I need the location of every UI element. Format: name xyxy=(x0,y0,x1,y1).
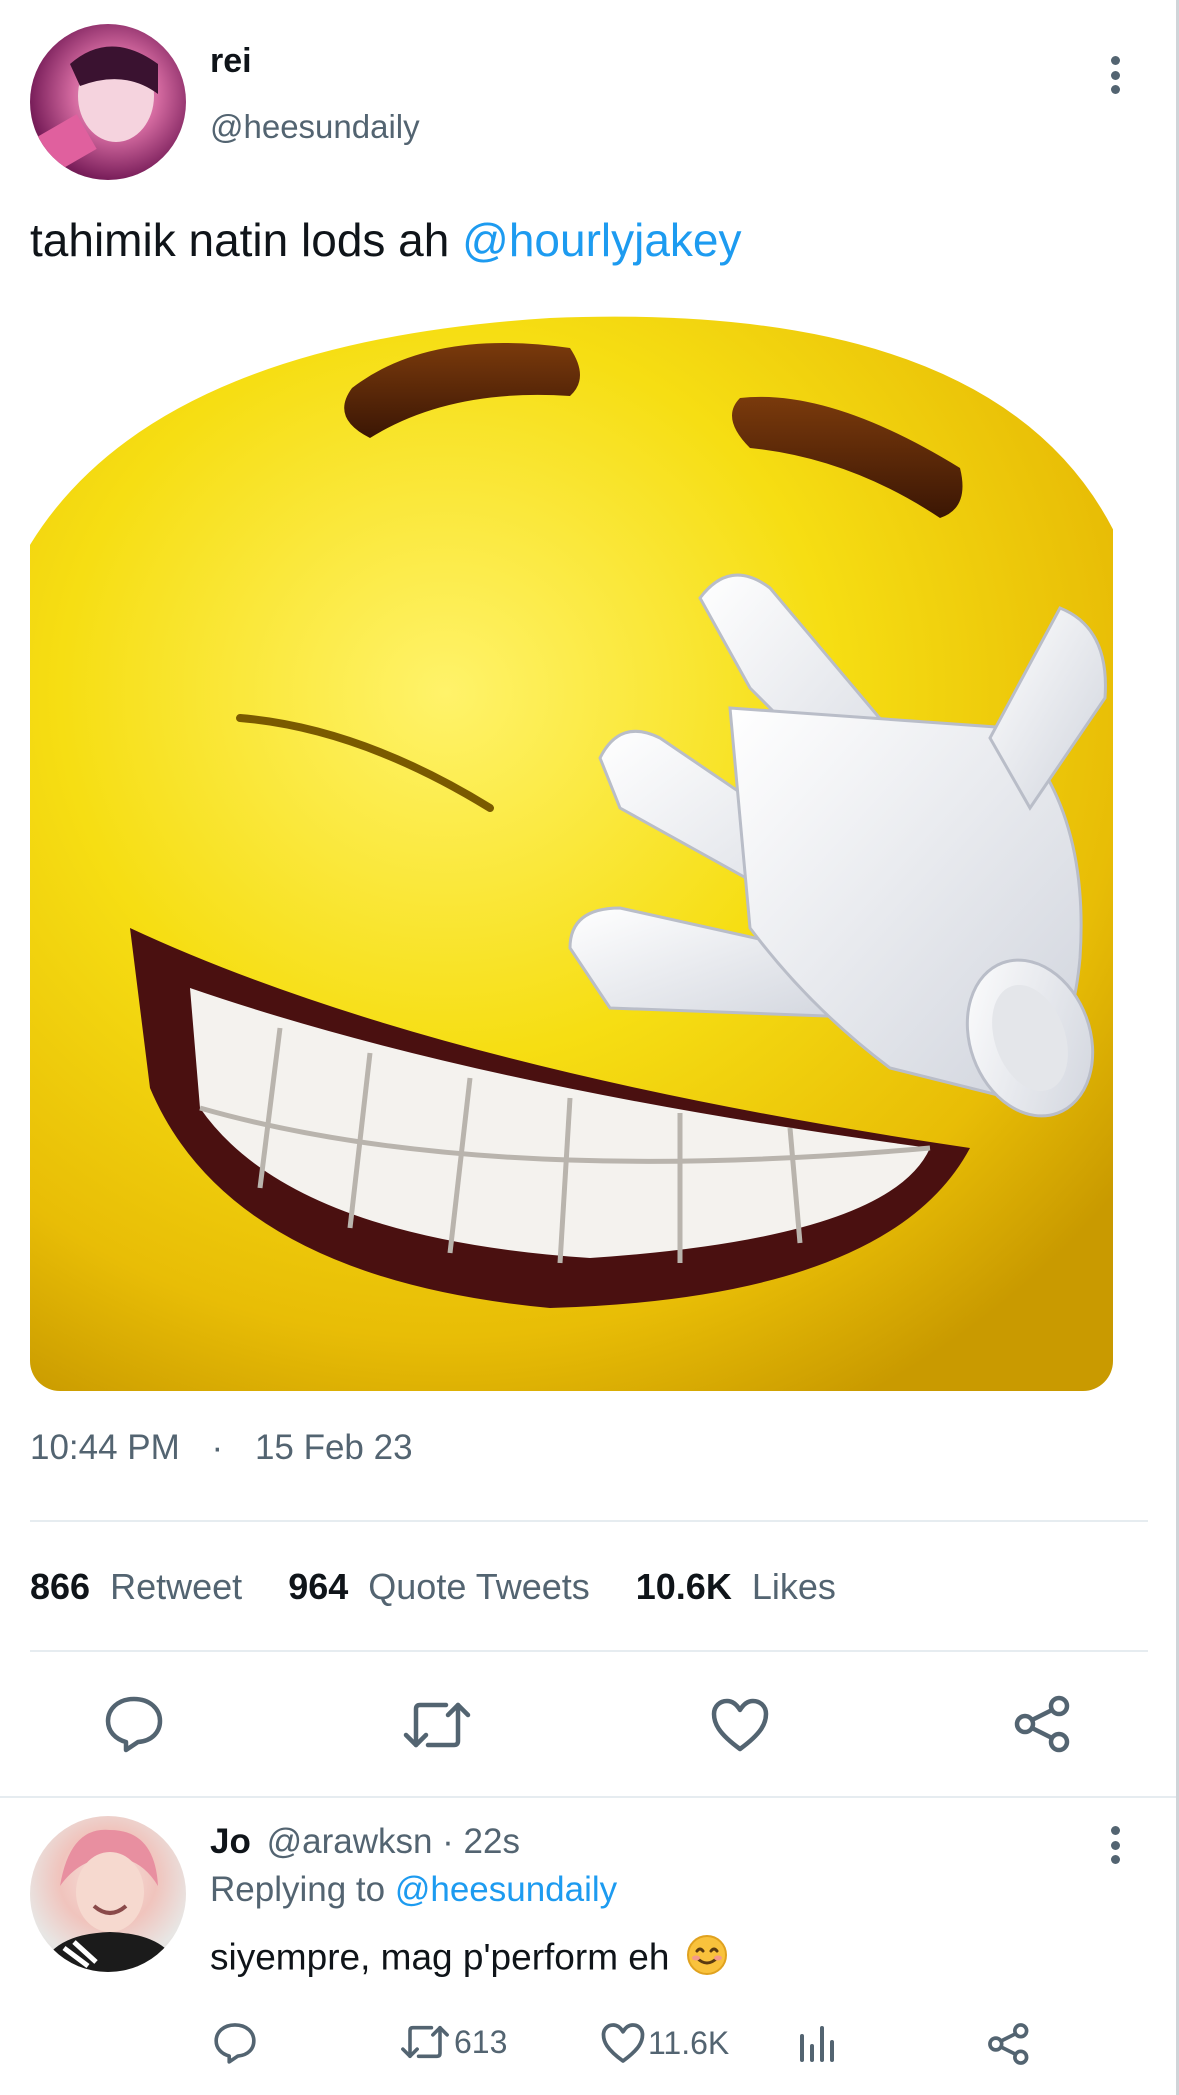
divider-bottom xyxy=(0,1796,1179,1798)
quotes-label: Quote Tweets xyxy=(368,1566,590,1607)
replying-handle-link[interactable]: @heesundaily xyxy=(395,1870,617,1909)
timestamp-separator: · xyxy=(211,1428,224,1467)
reply-more-icon[interactable] xyxy=(1100,1820,1130,1870)
retweets-label: Retweet xyxy=(110,1566,243,1607)
tweet-timestamp[interactable]: 10:44 PM · 15 Feb 23 xyxy=(30,1428,413,1468)
reply-like-icon xyxy=(600,2022,646,2064)
retweet-icon[interactable] xyxy=(402,1697,472,1753)
divider-middle xyxy=(30,1650,1148,1652)
author-avatar[interactable] xyxy=(30,24,186,180)
tweet-mention-link[interactable]: @hourlyjakey xyxy=(462,214,741,266)
reply-display-name[interactable]: Jo xyxy=(210,1822,251,1861)
reply-retweet-count: 613 xyxy=(454,2023,508,2060)
reply-share-icon[interactable] xyxy=(987,2022,1031,2066)
retweets-stat[interactable]: 866 Retweet xyxy=(30,1566,252,1607)
reply-retweet-action[interactable]: 613 xyxy=(400,2022,507,2062)
tweet-date: 15 Feb 23 xyxy=(254,1428,413,1467)
reply-retweet-icon xyxy=(400,2022,450,2062)
reply-like-count: 11.6K xyxy=(648,2024,730,2061)
likes-count: 10.6K xyxy=(635,1566,732,1607)
tweet-text-body: tahimik natin lods ah xyxy=(30,214,463,266)
more-icon[interactable] xyxy=(1100,50,1130,100)
reply-like-action[interactable]: 11.6K xyxy=(600,2022,729,2064)
divider-top xyxy=(30,1520,1148,1522)
author-display-name[interactable]: rei xyxy=(210,42,252,81)
analytics-icon[interactable] xyxy=(797,2024,837,2064)
reply-text: siyempre, mag p'perform eh xyxy=(210,1934,728,1985)
tweet-stats: 866 Retweet 964 Quote Tweets 10.6K Likes xyxy=(30,1566,836,1608)
author-handle[interactable]: @heesundaily xyxy=(210,108,420,146)
likes-stat[interactable]: 10.6K Likes xyxy=(636,1566,836,1607)
likes-label: Likes xyxy=(751,1566,836,1607)
reply-handle-time[interactable]: @arawksn · 22s xyxy=(267,1822,520,1861)
like-icon[interactable] xyxy=(710,1697,770,1753)
tweet-text: tahimik natin lods ah @hourlyjakey xyxy=(30,210,742,270)
reply-avatar[interactable] xyxy=(30,1816,186,1972)
reply-icon[interactable] xyxy=(104,1695,164,1753)
quotes-count: 964 xyxy=(288,1566,349,1607)
tweet-image[interactable] xyxy=(30,308,1113,1391)
share-icon[interactable] xyxy=(1013,1694,1073,1754)
quotes-stat[interactable]: 964 Quote Tweets xyxy=(288,1566,600,1607)
replying-label: Replying to xyxy=(210,1870,395,1909)
replying-to: Replying to @heesundaily xyxy=(210,1870,617,1910)
reply-reply-icon[interactable] xyxy=(213,2022,257,2064)
retweets-count: 866 xyxy=(30,1566,91,1607)
reply-header: Jo @arawksn · 22s xyxy=(210,1822,520,1862)
reply-text-body: siyempre, mag p'perform eh xyxy=(210,1936,670,1978)
emoji-smile xyxy=(686,1934,728,1985)
tweet-time: 10:44 PM xyxy=(30,1428,180,1467)
